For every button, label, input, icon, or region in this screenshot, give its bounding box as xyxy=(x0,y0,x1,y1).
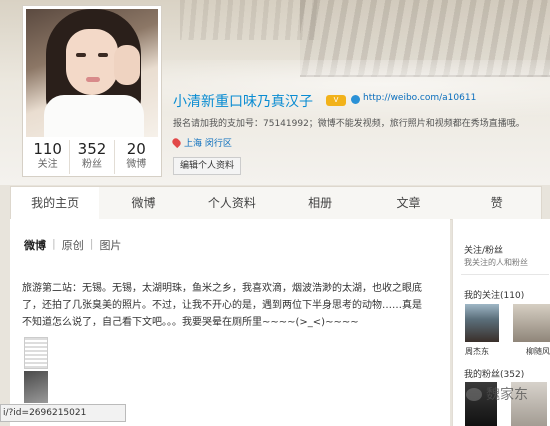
filter-separator: | xyxy=(52,237,56,250)
sidebar-subtitle: 我关注的人和粉丝 xyxy=(464,258,528,267)
location-pin-icon xyxy=(170,136,183,149)
post-text: 旅游第二站：无锡。无锡，太湖明珠，鱼米之乡，我喜欢滴，烟波浩渺的太湖，也收之眼底… xyxy=(22,283,422,328)
tab-articles[interactable]: 文章 xyxy=(364,187,452,219)
tab-profile-info[interactable]: 个人资料 xyxy=(188,187,276,219)
wechat-icon xyxy=(466,387,482,401)
fans-heading[interactable]: 我的粉丝(352) xyxy=(464,367,524,380)
profile-url[interactable]: http://weibo.com/a10611 xyxy=(363,93,476,103)
following-avatar[interactable] xyxy=(465,304,499,342)
stat-posts[interactable]: 20 微博 xyxy=(115,140,158,174)
vip-badge-icon[interactable]: V xyxy=(326,95,346,106)
divider xyxy=(461,274,549,275)
tab-album[interactable]: 相册 xyxy=(276,187,364,219)
following-name[interactable]: 柳随风 xyxy=(526,346,550,357)
profile-stats: 110 关注 352 粉丝 20 微博 xyxy=(26,140,158,174)
location-text: 上海 闵行区 xyxy=(184,139,232,149)
filter-original[interactable]: 原创 xyxy=(62,237,84,253)
post-image-thumbnail[interactable] xyxy=(24,337,48,369)
filter-weibo[interactable]: 微博 xyxy=(24,237,46,253)
stat-label: 粉丝 xyxy=(81,159,102,170)
tab-weibo[interactable]: 微博 xyxy=(99,187,187,219)
profile-location[interactable]: 上海 闵行区 xyxy=(170,136,232,149)
filter-photos[interactable]: 图片 xyxy=(99,237,121,253)
tab-likes[interactable]: 赞 xyxy=(453,187,541,219)
avatar[interactable] xyxy=(26,9,158,137)
banner-rooftop-art xyxy=(180,0,320,40)
stat-label: 微博 xyxy=(126,159,147,170)
sidebar-title[interactable]: 关注/粉丝 xyxy=(464,243,503,256)
profile-name: 小清新重口味乃真汉子 xyxy=(173,94,313,110)
stat-label: 关注 xyxy=(37,159,58,170)
following-name[interactable]: 周杰东 xyxy=(465,346,489,357)
watermark: 魏家东 xyxy=(466,384,528,404)
stat-fans[interactable]: 352 粉丝 xyxy=(70,140,115,174)
stat-number: 20 xyxy=(126,140,146,158)
following-avatar[interactable] xyxy=(513,304,550,342)
tab-home[interactable]: 我的主页 xyxy=(11,187,100,219)
post-image-thumbnail[interactable] xyxy=(24,371,48,403)
stat-following[interactable]: 110 关注 xyxy=(26,140,71,174)
main-content: 微博 | 原创 | 图片 旅游第二站：无锡。无锡，太湖明珠，鱼米之乡，我喜欢滴，… xyxy=(10,219,450,426)
stat-number: 352 xyxy=(77,140,107,158)
profile-tabs: 我的主页 微博 个人资料 相册 文章 赞 xyxy=(10,186,542,220)
edit-profile-button[interactable]: 编辑个人资料 xyxy=(173,157,242,175)
content-filter: 微博 | 原创 | 图片 xyxy=(24,237,121,253)
following-heading[interactable]: 我的关注(110) xyxy=(464,288,524,301)
profile-card: 110 关注 352 粉丝 20 微博 xyxy=(22,5,162,177)
watermark-text: 魏家东 xyxy=(486,387,528,403)
filter-separator: | xyxy=(89,237,94,250)
profile-description: 报名请加我的支加号：75141992；微博不能发视频，旅行照片和视频都在秀场直播… xyxy=(173,119,525,129)
stat-number: 110 xyxy=(33,140,62,158)
link-icon xyxy=(351,95,360,104)
browser-status-bar: i/?id=2696215021 xyxy=(0,404,126,422)
